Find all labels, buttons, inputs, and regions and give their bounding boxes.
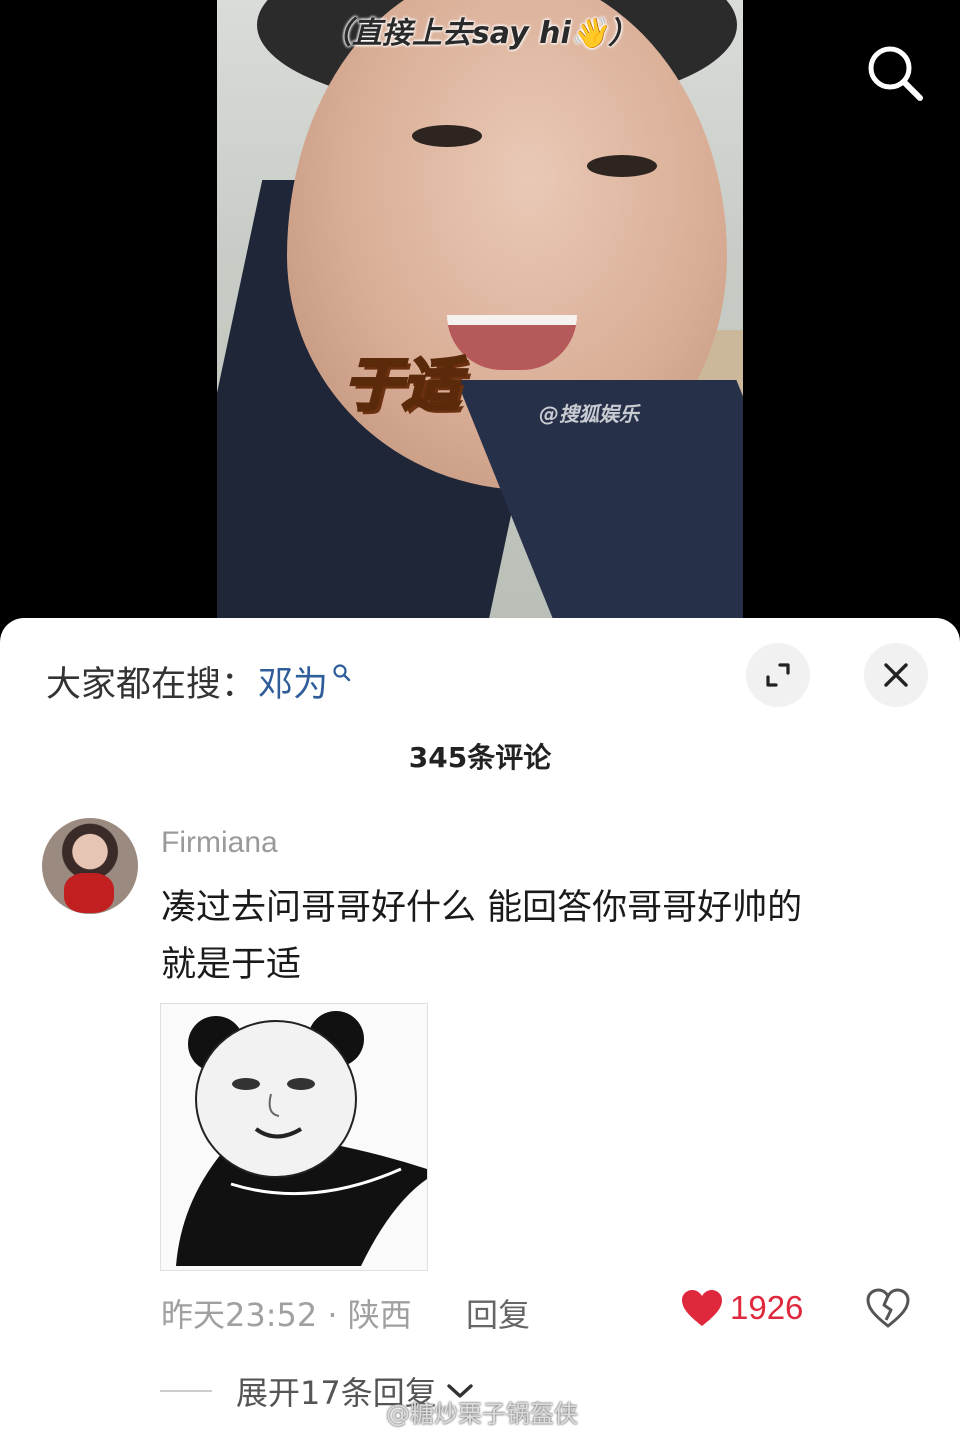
dislike-button[interactable] bbox=[866, 1288, 910, 1332]
comment-username[interactable]: Firmiana bbox=[161, 826, 278, 860]
comment-count: 345条评论 bbox=[408, 741, 552, 774]
reply-button[interactable]: 回复 bbox=[466, 1290, 530, 1336]
weibo-watermark: @糖炒栗子锅盔侠 bbox=[386, 1400, 578, 1428]
comment-text-line: 就是于适 bbox=[161, 945, 302, 985]
hot-search-term[interactable]: 邓为 bbox=[258, 656, 328, 707]
video-watermark: @搜狐娱乐 bbox=[539, 402, 639, 426]
heart-icon bbox=[682, 1290, 722, 1326]
comment-timestamp-location: 昨天23:52 · 陕西 bbox=[161, 1296, 412, 1334]
comment-text: 凑过去问哥哥好什么 能回答你哥哥好帅的 就是于适 bbox=[161, 880, 921, 994]
search-button[interactable] bbox=[862, 40, 926, 104]
divider bbox=[160, 1390, 212, 1392]
search-icon bbox=[868, 46, 923, 101]
like-count: 1926 bbox=[730, 1289, 804, 1326]
comment-text-line: 凑过去问哥哥好什么 能回答你哥哥好帅的 bbox=[161, 888, 803, 928]
hot-search-bar[interactable]: 大家都在搜： 邓为 bbox=[46, 656, 352, 707]
like-button[interactable]: 1926 bbox=[680, 1288, 803, 1328]
hot-search-label: 大家都在搜： bbox=[46, 665, 257, 705]
expand-sheet-button[interactable] bbox=[746, 643, 810, 707]
panda-meme-image bbox=[161, 1004, 427, 1270]
close-icon bbox=[884, 663, 908, 687]
video-name-sticker: 于适 bbox=[327, 330, 477, 430]
close-sheet-button[interactable] bbox=[864, 643, 928, 707]
expand-icon bbox=[766, 663, 790, 687]
comment-sheet: 大家都在搜： 邓为 345条评论 Firmiana 凑过去问哥哥好什么 能回答你… bbox=[0, 618, 960, 1430]
small-search-icon bbox=[333, 663, 351, 681]
video-caption: （直接上去say hi👋） bbox=[321, 16, 639, 51]
broken-heart-icon bbox=[866, 1288, 910, 1328]
video-frame-eye bbox=[412, 125, 482, 147]
video-frame-eye bbox=[587, 155, 657, 177]
avatar-detail bbox=[64, 873, 114, 913]
avatar[interactable] bbox=[42, 818, 138, 914]
comment-sticker-image[interactable] bbox=[160, 1003, 428, 1271]
video-player[interactable]: （直接上去say hi👋） 于适 @搜狐娱乐 bbox=[217, 0, 743, 640]
